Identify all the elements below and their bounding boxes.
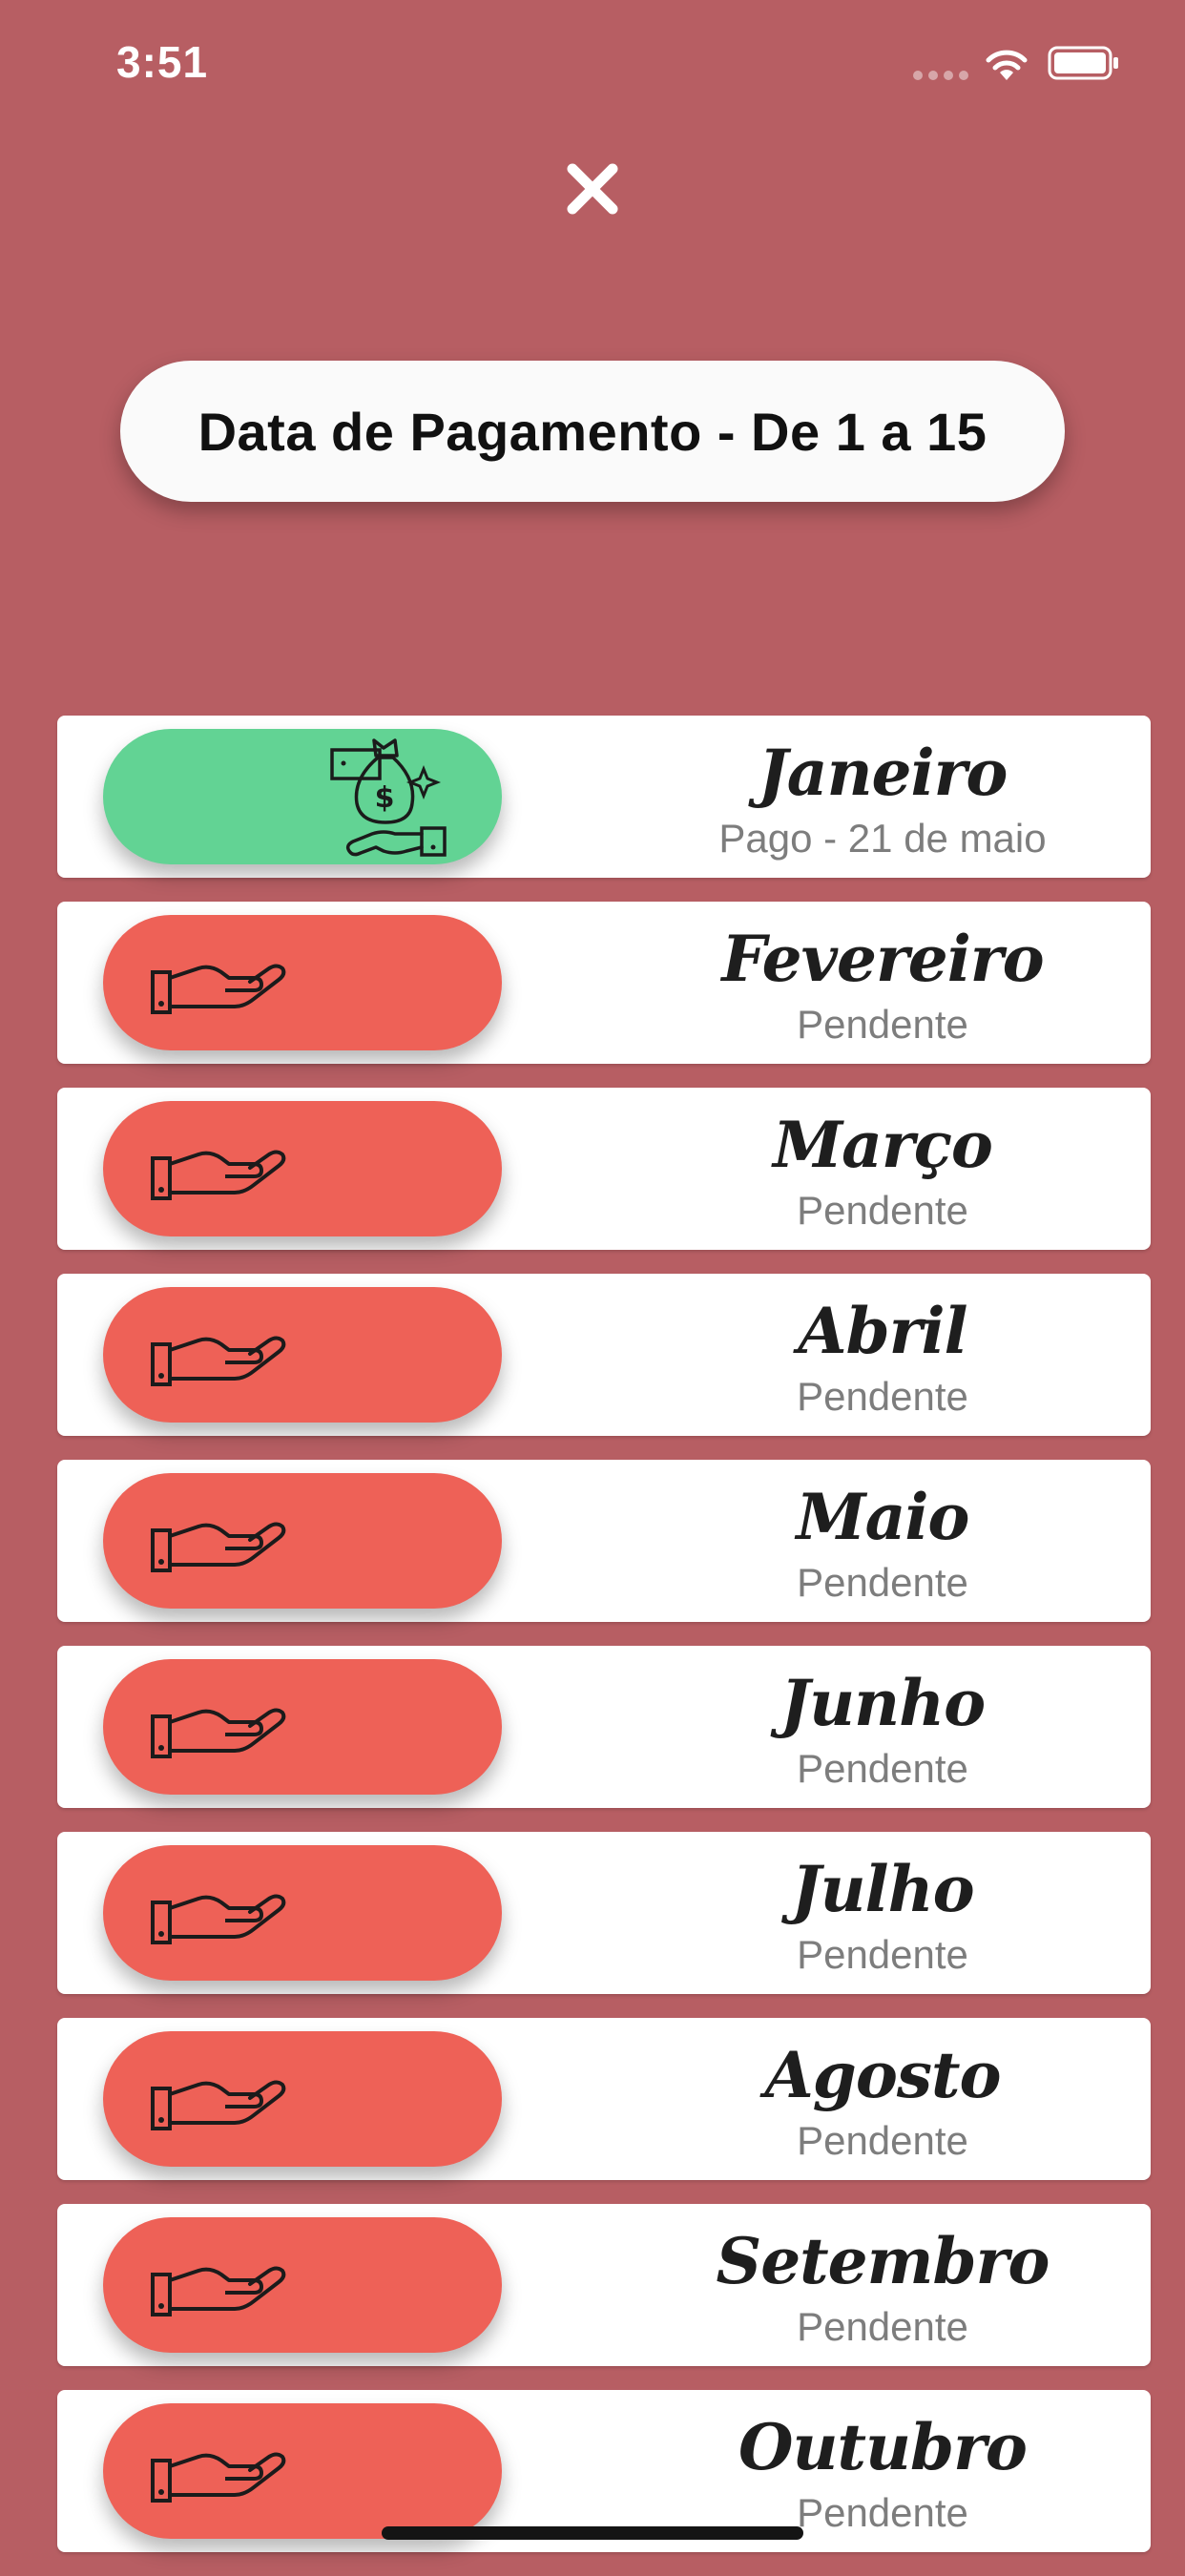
month-card: Março Pendente: [57, 1088, 1151, 1250]
open-hand-icon: [151, 1336, 286, 1386]
pay-button[interactable]: [103, 1287, 502, 1423]
money-bag-icon: $: [330, 738, 447, 857]
pay-button[interactable]: [103, 2217, 502, 2353]
open-hand-icon: [151, 964, 286, 1014]
months-list: $ Janeiro Pago - 21 de maio Fevereiro Pend…: [57, 716, 1151, 2576]
pay-button[interactable]: [103, 1101, 502, 1236]
month-card: Agosto Pendente: [57, 2018, 1151, 2180]
pay-button[interactable]: [103, 1473, 502, 1609]
page-title: Data de Pagamento - De 1 a 15: [198, 401, 988, 462]
month-info: Fevereiro Pendente: [611, 902, 1154, 1064]
wifi-icon: [986, 50, 1028, 80]
month-info: Agosto Pendente: [611, 2018, 1154, 2180]
month-card: Junho Pendente: [57, 1646, 1151, 1808]
payment-status: Pendente: [797, 1746, 968, 1791]
paid-button[interactable]: $: [103, 729, 502, 864]
payment-status: Pendente: [797, 1188, 968, 1233]
open-hand-icon: [151, 1708, 286, 1758]
month-name: Outubro: [738, 2410, 1028, 2484]
month-name: Janeiro: [758, 736, 1008, 810]
month-card: Abril Pendente: [57, 1274, 1151, 1436]
open-hand-icon: [151, 2266, 286, 2316]
month-name: Abril: [798, 1294, 967, 1368]
payment-status: Pendente: [797, 1002, 968, 1047]
payment-status: Pendente: [797, 1932, 968, 1977]
month-card: Setembro Pendente: [57, 2204, 1151, 2366]
open-hand-icon: [151, 2452, 286, 2503]
pay-button[interactable]: [103, 2031, 502, 2167]
month-card: Julho Pendente: [57, 1832, 1151, 1994]
status-bar: 3:51: [0, 0, 1185, 124]
close-icon: [567, 163, 618, 215]
home-indicator: [382, 2526, 803, 2540]
cellular-signal-icon: [913, 71, 968, 80]
payment-status: Pendente: [797, 1560, 968, 1605]
month-name: Julho: [791, 1852, 974, 1926]
payment-status: Pendente: [797, 2118, 968, 2163]
month-info: Abril Pendente: [611, 1274, 1154, 1436]
pay-button[interactable]: [103, 1845, 502, 1981]
svg-text:$: $: [375, 781, 395, 815]
month-name: Fevereiro: [721, 922, 1044, 996]
payment-status: Pendente: [797, 2304, 968, 2349]
month-name: Março: [773, 1108, 993, 1182]
month-info: Março Pendente: [611, 1088, 1154, 1250]
status-time: 3:51: [116, 37, 209, 87]
month-name: Agosto: [764, 2038, 1001, 2112]
payment-date-header: Data de Pagamento - De 1 a 15: [120, 361, 1065, 502]
pay-button[interactable]: [103, 915, 502, 1050]
month-info: Janeiro Pago - 21 de maio: [611, 716, 1154, 878]
month-info: Maio Pendente: [611, 1460, 1154, 1622]
open-hand-icon: [151, 1522, 286, 1572]
close-button[interactable]: [554, 151, 631, 227]
open-hand-icon: [151, 1894, 286, 1944]
pay-button[interactable]: [103, 1659, 502, 1795]
month-info: Julho Pendente: [611, 1832, 1154, 1994]
month-card: Fevereiro Pendente: [57, 902, 1151, 1064]
month-card: Maio Pendente: [57, 1460, 1151, 1622]
month-name: Setembro: [716, 2224, 1050, 2298]
month-info: Junho Pendente: [611, 1646, 1154, 1808]
open-hand-icon: [151, 1150, 286, 1200]
month-info: Setembro Pendente: [611, 2204, 1154, 2366]
payment-status: Pendente: [797, 1374, 968, 1419]
month-name: Maio: [796, 1480, 970, 1554]
payment-status: Pago - 21 de maio: [718, 816, 1047, 861]
month-name: Junho: [780, 1666, 986, 1740]
battery-icon: [1048, 46, 1118, 80]
month-card: $ Janeiro Pago - 21 de maio: [57, 716, 1151, 878]
pay-button[interactable]: [103, 2403, 502, 2539]
open-hand-icon: [151, 2080, 286, 2130]
